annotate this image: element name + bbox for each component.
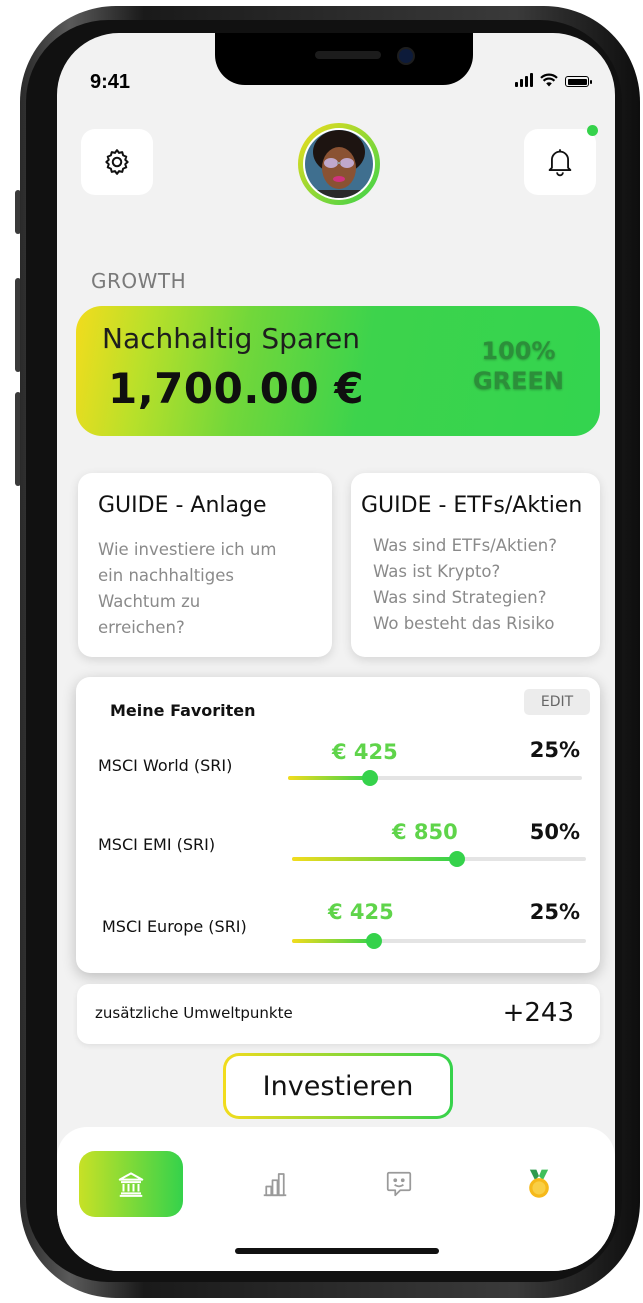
eco-points-card: zusätzliche Umweltpunkte +243	[77, 984, 600, 1044]
guide-line: Wie investiere ich um	[98, 540, 277, 559]
battery-icon	[565, 76, 592, 87]
slider-knob[interactable]	[366, 933, 382, 949]
chat-icon	[386, 1171, 412, 1197]
savings-card[interactable]: Nachhaltig Sparen 1,700.00 € 100% GREEN	[76, 306, 600, 436]
fund-amount: € 425	[328, 900, 394, 924]
green-badge: 100% GREEN	[473, 336, 564, 396]
fund-percent: 25%	[529, 738, 580, 762]
slider-knob[interactable]	[449, 851, 465, 867]
guide-line: Wachtum zu	[98, 592, 201, 611]
signal-icon	[515, 73, 533, 87]
guide-card-etfs[interactable]: GUIDE - ETFs/Aktien Was sind ETFs/Aktien…	[351, 473, 600, 657]
fund-name: MSCI Europe (SRI)	[102, 917, 247, 936]
tab-portfolio[interactable]	[223, 1151, 327, 1217]
avatar[interactable]	[298, 123, 380, 205]
fund-percent: 50%	[529, 820, 580, 844]
edit-button[interactable]: EDIT	[524, 689, 590, 715]
guide-title: GUIDE - Anlage	[98, 493, 267, 518]
home-indicator	[235, 1248, 439, 1254]
guide-line: Was sind ETFs/Aktien?	[373, 536, 557, 555]
tab-chat[interactable]	[347, 1151, 451, 1217]
bell-icon	[548, 149, 572, 177]
fund-amount: € 425	[332, 740, 398, 764]
guide-line: Was ist Krypto?	[373, 562, 501, 581]
front-camera	[397, 47, 415, 65]
notch	[215, 33, 473, 85]
medal-icon	[529, 1169, 549, 1198]
chart-icon	[263, 1173, 287, 1197]
slider-fill	[292, 939, 374, 943]
gear-icon	[105, 149, 129, 175]
bank-icon	[118, 1172, 144, 1197]
guide-text: Was sind ETFs/Aktien? Was ist Krypto? Wa…	[373, 533, 557, 637]
fund-amount: € 850	[392, 820, 458, 844]
green-badge-percent: 100%	[481, 337, 556, 365]
notification-dot	[587, 125, 598, 136]
fund-percent: 25%	[529, 900, 580, 924]
slider-fill	[292, 857, 457, 861]
slider-knob[interactable]	[362, 770, 378, 786]
notifications-button[interactable]	[524, 125, 598, 195]
guide-line: ein nachhaltiges	[98, 566, 234, 585]
status-icons	[515, 73, 592, 87]
invest-button-label: Investieren	[226, 1056, 450, 1116]
eco-points-value: +243	[502, 998, 574, 1028]
guide-card-anlage[interactable]: GUIDE - Anlage Wie investiere ich um ein…	[78, 473, 332, 657]
favorites-title: Meine Favoriten	[110, 701, 256, 720]
allocation-slider[interactable]	[288, 770, 582, 786]
guide-line: Wo besteht das Risiko	[373, 614, 555, 633]
wifi-icon	[540, 73, 558, 87]
app-screen: 9:41 GROWTH Nachhaltig Sparen 1,700.00 €…	[57, 33, 615, 1271]
fund-name: MSCI World (SRI)	[98, 756, 233, 775]
guide-text: Wie investiere ich um ein nachhaltiges W…	[98, 537, 276, 641]
guide-title: GUIDE - ETFs/Aktien	[361, 493, 583, 518]
green-badge-label: GREEN	[472, 367, 564, 395]
avatar-photo	[303, 128, 375, 200]
invest-button[interactable]: Investieren	[223, 1053, 453, 1119]
fund-name: MSCI EMI (SRI)	[98, 835, 216, 854]
tab-rewards[interactable]	[487, 1151, 591, 1217]
tab-home[interactable]	[79, 1151, 183, 1217]
section-label: GROWTH	[91, 269, 187, 293]
guide-line: Was sind Strategien?	[373, 588, 547, 607]
allocation-slider[interactable]	[292, 851, 586, 867]
savings-amount: 1,700.00 €	[108, 364, 365, 413]
eco-points-label: zusätzliche Umweltpunkte	[95, 1004, 293, 1022]
slider-fill	[288, 776, 370, 780]
profile-photo	[305, 130, 373, 198]
favorites-card: Meine Favoriten EDIT MSCI World (SRI) € …	[76, 677, 600, 973]
settings-button[interactable]	[81, 129, 153, 195]
guide-line: erreichen?	[98, 618, 185, 637]
allocation-slider[interactable]	[292, 933, 586, 949]
speaker	[315, 51, 381, 59]
status-time: 9:41	[90, 71, 131, 93]
savings-title: Nachhaltig Sparen	[102, 322, 360, 355]
